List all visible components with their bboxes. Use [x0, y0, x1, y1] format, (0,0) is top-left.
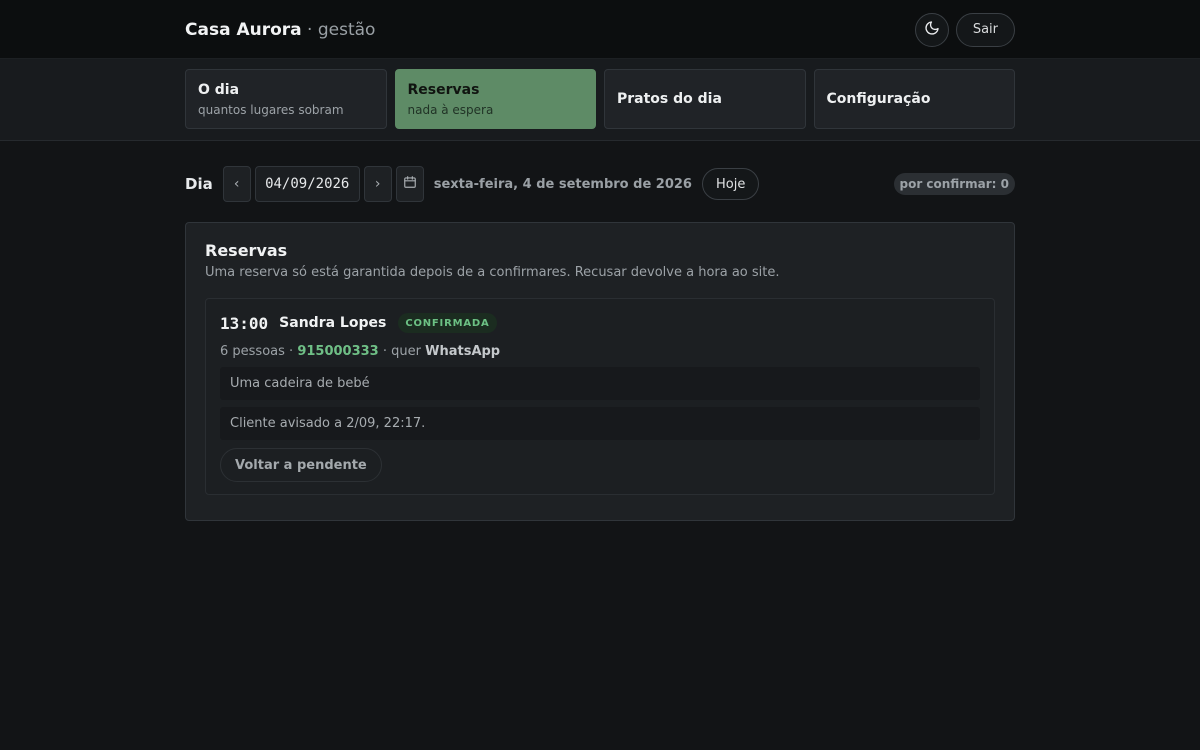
day-selector: Dia ‹ 04/09/2026 › sexta-feira, 4 de set…: [185, 166, 1015, 202]
logout-button[interactable]: Sair: [955, 12, 1015, 47]
reservation-name: Sandra Lopes: [279, 315, 387, 331]
status-badge: CONFIRMADA: [398, 313, 497, 333]
theme-toggle-button[interactable]: [914, 12, 949, 47]
pending-count-badge: por confirmar: 0: [893, 173, 1015, 195]
today-button[interactable]: Hoje: [701, 168, 760, 200]
calendar-button[interactable]: [395, 166, 424, 202]
brand-separator: ·: [301, 19, 318, 40]
tab-title: Reservas: [407, 81, 480, 98]
top-actions: Sair: [914, 12, 1015, 47]
reservation-meta: 6 pessoas · 915000333 · quer WhatsApp: [220, 344, 980, 359]
brand-name: Casa Aurora: [185, 19, 302, 40]
reservation-channel: WhatsApp: [425, 344, 501, 359]
chevron-left-icon: ‹: [233, 176, 240, 192]
tab-subtitle: quantos lugares sobram: [198, 102, 344, 117]
channel-prefix: quer: [391, 344, 421, 359]
tab-pratos-do-dia[interactable]: Pratos do dia: [604, 69, 806, 129]
reservation-time: 13:00: [220, 313, 269, 333]
revert-to-pending-button[interactable]: Voltar a pendente: [220, 448, 382, 482]
meta-separator: ·: [382, 344, 392, 359]
reservations-subtitle: Uma reserva só está garantida depois de …: [205, 265, 780, 280]
tab-reservas[interactable]: Reservas nada à espera: [394, 69, 596, 129]
reservation-header: 13:00 Sandra Lopes CONFIRMADA: [220, 313, 980, 333]
reservation-people: 6 pessoas: [220, 344, 285, 359]
brand: Casa Aurora · gestão: [185, 20, 375, 40]
tab-title: Configuração: [826, 91, 931, 107]
date-input[interactable]: 04/09/2026: [254, 166, 360, 202]
tab-o-dia[interactable]: O dia quantos lugares sobram: [185, 69, 387, 129]
chevron-right-icon: ›: [374, 176, 381, 192]
tab-title: Pratos do dia: [617, 91, 722, 107]
tab-subtitle: nada à espera: [407, 102, 494, 117]
tab-title: O dia: [198, 81, 240, 98]
reservation-item: 13:00 Sandra Lopes CONFIRMADA 6 pessoas …: [205, 298, 995, 495]
section-tabs: O dia quantos lugares sobram Reservas na…: [0, 59, 1200, 141]
moon-icon: [924, 20, 940, 40]
top-bar: Casa Aurora · gestão Sair: [0, 0, 1200, 59]
brand-subtitle: gestão: [317, 19, 376, 40]
date-long-text: sexta-feira, 4 de setembro de 2026: [433, 176, 692, 192]
next-day-button[interactable]: ›: [363, 166, 392, 202]
previous-day-button[interactable]: ‹: [222, 166, 251, 202]
tab-configuracao[interactable]: Configuração: [813, 69, 1015, 129]
reservation-note: Uma cadeira de bebé: [220, 367, 980, 400]
reservations-title: Reservas: [205, 241, 288, 260]
reservation-note: Cliente avisado a 2/09, 22:17.: [220, 407, 980, 440]
main-content: Dia ‹ 04/09/2026 › sexta-feira, 4 de set…: [185, 166, 1015, 521]
reservations-card: Reservas Uma reserva só está garantida d…: [185, 222, 1015, 521]
reservation-phone-link[interactable]: 915000333: [297, 344, 378, 359]
calendar-icon: [403, 175, 417, 193]
day-label: Dia: [185, 175, 213, 193]
